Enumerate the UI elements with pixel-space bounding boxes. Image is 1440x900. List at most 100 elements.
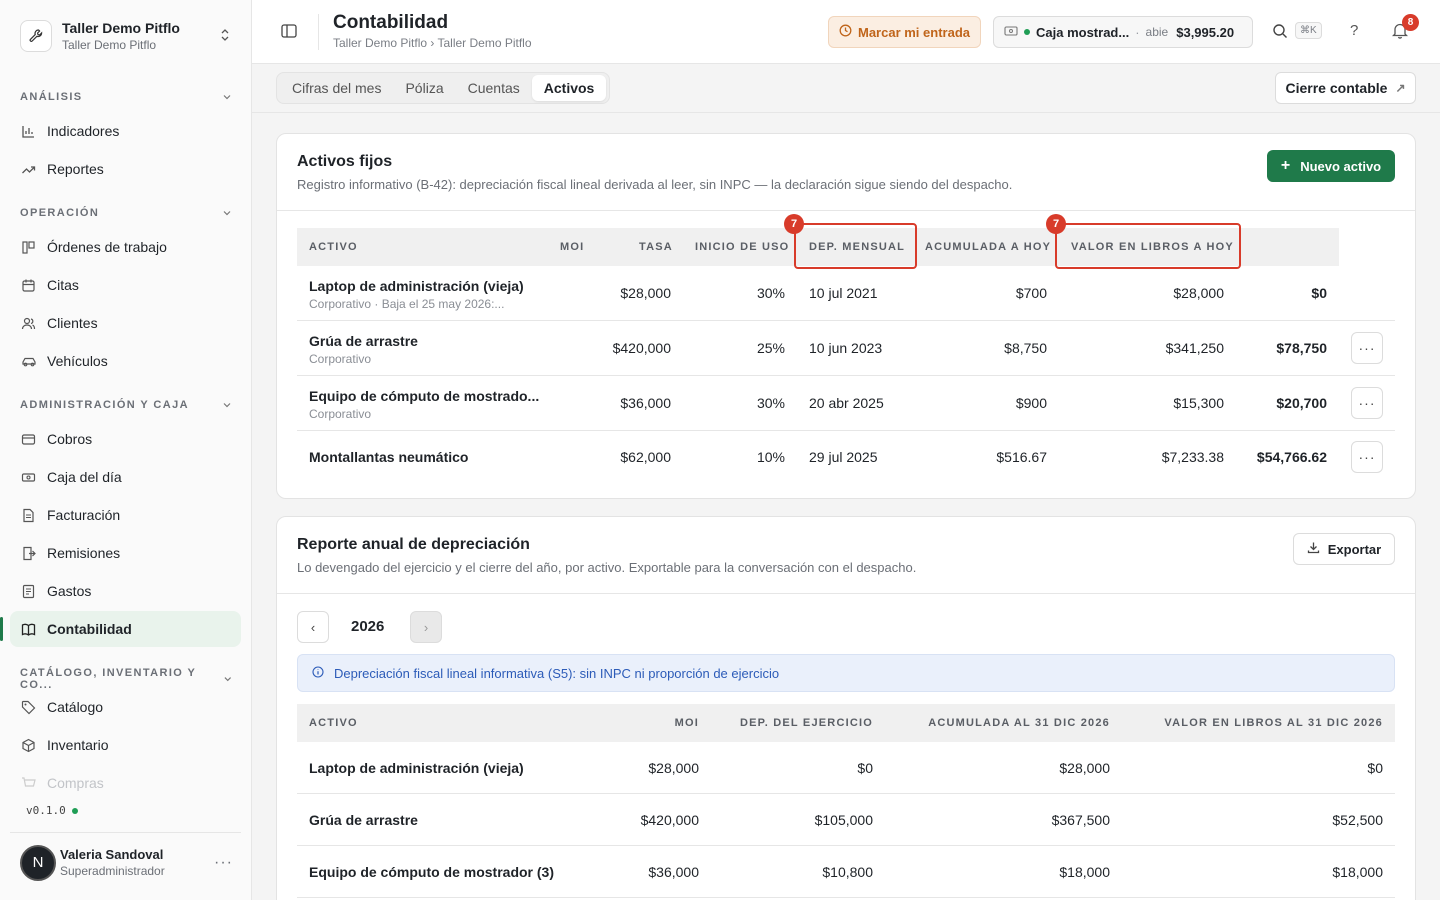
external-link-icon: ↗ <box>1395 81 1406 95</box>
report-asset-name: Laptop de administración (vieja) <box>309 760 524 776</box>
report-moi: $36,000 <box>648 864 699 880</box>
asset-tasa: 25% <box>756 340 785 356</box>
box-icon <box>20 737 37 754</box>
sidebar-item-contabilidad[interactable]: Contabilidad <box>0 611 241 647</box>
sidebar-toggle-icon[interactable] <box>280 22 300 42</box>
sidebar-item-facturacion[interactable]: Facturación <box>10 497 241 533</box>
check-in-button[interactable]: Marcar mi entrada <box>828 16 981 48</box>
col-valor-libros-dic[interactable]: VALOR EN LIBROS AL 31 DIC 2026 <box>1164 704 1383 742</box>
org-switcher[interactable]: Taller Demo Pitflo Taller Demo Pitflo <box>10 10 241 62</box>
tab-poliza[interactable]: Póliza <box>393 75 455 101</box>
more-icon[interactable]: ··· <box>214 854 233 872</box>
org-name: Taller Demo Pitflo <box>62 20 180 36</box>
sidebar-item-clientes[interactable]: Clientes <box>10 305 241 341</box>
report-asset-name: Grúa de arrastre <box>309 812 418 828</box>
sidebar-item-reportes[interactable]: Reportes <box>10 151 241 187</box>
new-asset-button[interactable]: + Nuevo activo <box>1267 150 1395 182</box>
section-analisis[interactable]: ANÁLISIS <box>20 91 232 103</box>
row-actions-button[interactable]: ··· <box>1351 332 1383 364</box>
sidebar-item-citas[interactable]: Citas <box>10 267 241 303</box>
notification-badge: 8 <box>1402 14 1419 31</box>
col-dep-ejercicio[interactable]: DEP. DEL EJERCICIO <box>740 704 873 742</box>
col-tasa[interactable]: TASA <box>639 228 673 266</box>
row-actions-button[interactable]: ··· <box>1351 441 1383 473</box>
user-name: Valeria Sandoval <box>60 847 164 862</box>
table-row[interactable]: Laptop de administración (vieja) Corpora… <box>297 266 1395 321</box>
car-icon <box>20 353 37 370</box>
sidebar-item-caja[interactable]: Caja del día <box>10 459 241 495</box>
report-table-header: ACTIVO MOI DEP. DEL EJERCICIO ACUMULADA … <box>297 704 1395 742</box>
report-asset-name: Equipo de cómputo de mostrador (3) <box>309 864 555 880</box>
clock-icon <box>839 24 852 40</box>
cart-icon <box>20 775 37 792</box>
tab-activos[interactable]: Activos <box>531 75 607 101</box>
sidebar-item-indicadores[interactable]: Indicadores <box>10 113 241 149</box>
asset-inicio: 10 jul 2021 <box>809 285 878 301</box>
expense-icon <box>20 583 37 600</box>
asset-moi: $420,000 <box>612 340 671 356</box>
tab-cifras[interactable]: Cifras del mes <box>280 75 393 101</box>
report-acumulada: $28,000 <box>1059 760 1110 776</box>
marker-badge: 7 <box>784 214 804 234</box>
col-activo[interactable]: ACTIVO <box>309 704 358 742</box>
asset-moi: $28,000 <box>620 285 671 301</box>
sidebar-item-catalogo[interactable]: Catálogo <box>10 689 241 725</box>
asset-tasa: 30% <box>756 395 785 411</box>
table-row[interactable]: Grúa de arrastre $420,000 $105,000 $367,… <box>297 794 1395 846</box>
trend-icon <box>20 161 37 178</box>
col-activo[interactable]: ACTIVO <box>309 228 358 266</box>
col-acumulada-dic[interactable]: ACUMULADA AL 31 DIC 2026 <box>928 704 1110 742</box>
report-acumulada: $18,000 <box>1059 864 1110 880</box>
sidebar: Taller Demo Pitflo Taller Demo Pitflo AN… <box>0 0 252 900</box>
register-status: abie <box>1145 25 1169 39</box>
next-year-button[interactable]: › <box>410 611 442 643</box>
asset-sub: Corporativo <box>309 352 372 366</box>
cierre-contable-button[interactable]: Cierre contable ↗ <box>1275 72 1416 104</box>
user-menu[interactable]: N Valeria Sandoval Superadministrador ··… <box>10 832 241 892</box>
table-row[interactable]: Equipo de cómputo de mostrado... Corpora… <box>297 376 1395 431</box>
tab-cuentas[interactable]: Cuentas <box>456 75 532 101</box>
assets-card: Activos fijos Registro informativo (B-42… <box>276 133 1416 499</box>
col-moi[interactable]: MOI <box>560 228 584 266</box>
calendar-icon <box>20 277 37 294</box>
info-icon <box>312 665 324 681</box>
avatar: N <box>20 844 56 881</box>
sidebar-item-remisiones[interactable]: Remisiones <box>10 535 241 571</box>
section-administracion[interactable]: ADMINISTRACIÓN Y CAJA <box>20 399 232 411</box>
col-acumulada[interactable]: ACUMULADA A HOY <box>925 228 1051 266</box>
report-ejercicio: $10,800 <box>822 864 873 880</box>
plus-icon: + <box>1280 157 1291 174</box>
book-icon <box>20 621 37 638</box>
prev-year-button[interactable]: ‹ <box>297 611 329 643</box>
invoice-icon <box>20 507 37 524</box>
report-libros: $18,000 <box>1332 864 1383 880</box>
sidebar-item-cobros[interactable]: Cobros <box>10 421 241 457</box>
marker-badge: 7 <box>1046 214 1066 234</box>
sidebar-item-compras[interactable]: Compras <box>10 765 241 801</box>
asset-name: Montallantas neumático <box>309 449 469 465</box>
help-icon[interactable]: ? <box>1350 22 1358 39</box>
row-actions-button[interactable]: ··· <box>1351 387 1383 419</box>
chevron-updown-icon <box>219 28 231 45</box>
section-catalogo[interactable]: CATÁLOGO, INVENTARIO Y CO... <box>20 667 232 691</box>
table-row[interactable]: Equipo de cómputo de mostrador (3) $36,0… <box>297 846 1395 898</box>
asset-mensual: $516.67 <box>996 449 1047 465</box>
cash-register-selector[interactable]: Caja mostrad... · abie $3,995.20 <box>993 16 1253 48</box>
sidebar-item-ordenes[interactable]: Órdenes de trabajo <box>10 229 241 265</box>
report-libros: $52,500 <box>1332 812 1383 828</box>
asset-name: Laptop de administración (vieja) <box>309 278 524 294</box>
sidebar-item-gastos[interactable]: Gastos <box>10 573 241 609</box>
table-row[interactable]: Grúa de arrastre Corporativo $420,000 25… <box>297 321 1395 376</box>
search-icon[interactable] <box>1272 23 1288 42</box>
status-dot <box>1024 29 1030 35</box>
table-row[interactable]: Laptop de administración (vieja) $28,000… <box>297 742 1395 794</box>
shortcut-hint: ⌘K <box>1295 22 1322 39</box>
table-row[interactable]: Montallantas neumático $62,000 10% 29 ju… <box>297 431 1395 486</box>
section-operacion[interactable]: OPERACIÓN <box>20 207 232 219</box>
sidebar-item-vehiculos[interactable]: Vehículos <box>10 343 241 379</box>
export-button[interactable]: Exportar <box>1293 533 1395 565</box>
col-moi[interactable]: MOI <box>675 704 699 742</box>
col-inicio[interactable]: INICIO DE USO <box>695 228 789 266</box>
sidebar-item-inventario[interactable]: Inventario <box>10 727 241 763</box>
divider <box>277 593 1415 594</box>
